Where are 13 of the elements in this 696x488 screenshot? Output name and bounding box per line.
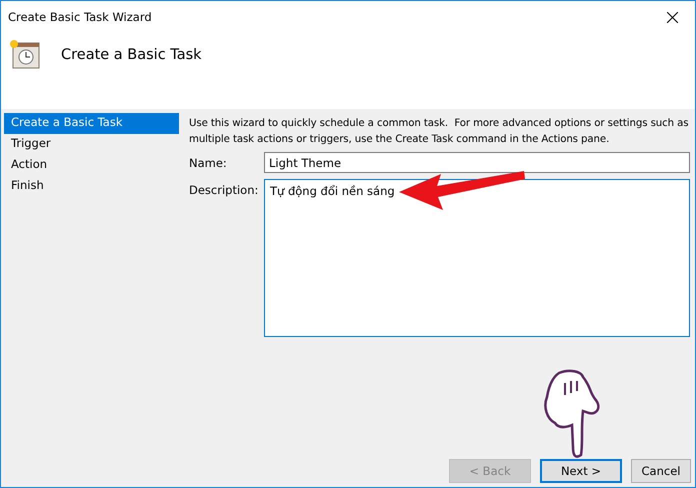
- wizard-step[interactable]: Action: [4, 155, 179, 176]
- field-label: Name:: [189, 155, 228, 170]
- wizard-step[interactable]: Trigger: [4, 134, 179, 155]
- wizard-button[interactable]: Next >: [540, 459, 622, 483]
- wizard-heading: Create a Basic Task: [61, 47, 202, 63]
- intro-text: Use this wizard to quickly schedule a common task. For more advanced options or settings such as multiple task actions or triggers, use the Create Task command in the Actions pane.: [189, 117, 690, 147]
- field-label: Description:: [189, 182, 260, 197]
- wizard-step[interactable]: Create a Basic Task: [4, 113, 179, 134]
- window-title: Create Basic Task Wizard: [8, 10, 152, 24]
- wizard-step[interactable]: Finish: [4, 176, 179, 197]
- wizard-button[interactable]: Cancel: [631, 459, 691, 483]
- name-field[interactable]: Light Theme: [264, 152, 690, 173]
- description-field[interactable]: Tự động đổi nền sáng: [264, 179, 690, 337]
